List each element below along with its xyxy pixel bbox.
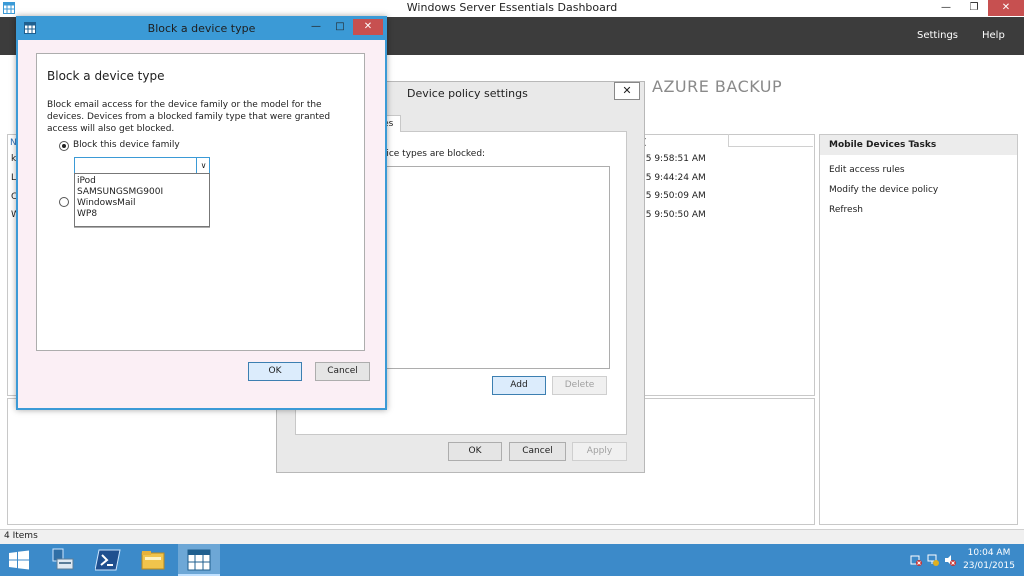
tasks-panel: Mobile Devices Tasks Edit access rules M… (819, 134, 1018, 525)
dialog-heading: Block a device type (47, 69, 165, 83)
add-button[interactable]: Add (492, 376, 546, 395)
list-item[interactable]: WindowsMail (77, 198, 135, 208)
maximize-button[interactable]: □ (328, 19, 352, 35)
modify-device-policy-link[interactable]: Modify the device policy (829, 185, 938, 195)
cancel-button[interactable]: Cancel (315, 362, 370, 381)
settings-link[interactable]: Settings (917, 30, 958, 41)
file-explorer-icon[interactable] (140, 548, 166, 572)
table-cell-timestamp: 15 9:58:51 AM (640, 154, 706, 164)
tab-azure-backup[interactable]: AZURE BACKUP (652, 77, 782, 96)
table-cell-timestamp: 15 9:50:09 AM (640, 191, 706, 201)
action-center-icon[interactable] (910, 554, 922, 566)
item-count: 4 Items (4, 531, 38, 541)
list-item[interactable]: iPod (77, 176, 96, 186)
column-header-cell[interactable] (728, 134, 813, 147)
network-icon[interactable] (927, 554, 939, 566)
volume-icon[interactable] (944, 554, 956, 566)
clock-time[interactable]: 10:04 AM (961, 548, 1017, 558)
dialog-title: Device policy settings (407, 87, 528, 100)
close-button[interactable]: ✕ (988, 0, 1024, 16)
server-manager-icon[interactable] (49, 547, 75, 573)
table-cell-timestamp: 15 9:50:50 AM (640, 210, 706, 220)
block-device-type-dialog: Block a device type — □ ✕ Block a device… (16, 16, 387, 410)
close-icon[interactable]: ✕ (614, 82, 640, 100)
ok-button[interactable]: OK (448, 442, 502, 461)
blocked-types-list[interactable] (382, 166, 610, 369)
table-cell-timestamp: 15 9:44:24 AM (640, 173, 706, 183)
start-icon[interactable] (8, 550, 30, 570)
dialog-description: Block email access for the device family… (47, 100, 331, 134)
dashboard-icon (187, 549, 211, 571)
maximize-button[interactable]: ❐ (960, 0, 988, 16)
tasks-title: Mobile Devices Tasks (829, 140, 937, 150)
list-item[interactable]: WP8 (77, 209, 97, 219)
list-item[interactable]: SAMSUNGSMG900I (77, 187, 163, 197)
powershell-icon[interactable] (95, 548, 121, 572)
dialog-content: Block a device type Block email access f… (36, 53, 365, 351)
minimize-button[interactable]: — (304, 19, 328, 35)
radio-block-family[interactable] (59, 141, 69, 151)
blocked-types-label: vice types are blocked: (381, 149, 486, 159)
minimize-button[interactable]: — (932, 0, 960, 16)
device-family-dropdown-list: iPod SAMSUNGSMG900I WindowsMail WP8 (74, 173, 210, 227)
radio-block-model[interactable] (59, 197, 69, 207)
window-title: Windows Server Essentials Dashboard (406, 1, 618, 14)
apply-button[interactable]: Apply (572, 442, 627, 461)
radio-block-family-label[interactable]: Block this device family (73, 140, 180, 150)
delete-button[interactable]: Delete (552, 376, 607, 395)
edit-access-rules-link[interactable]: Edit access rules (829, 165, 905, 175)
close-button[interactable]: ✕ (353, 19, 383, 35)
status-bar (0, 529, 1024, 545)
cancel-button[interactable]: Cancel (509, 442, 566, 461)
clock-date[interactable]: 23/01/2015 (961, 561, 1017, 571)
ok-button[interactable]: OK (248, 362, 302, 381)
refresh-link[interactable]: Refresh (829, 205, 863, 215)
help-link[interactable]: Help (982, 30, 1005, 41)
chevron-down-icon[interactable]: ∨ (196, 158, 210, 174)
